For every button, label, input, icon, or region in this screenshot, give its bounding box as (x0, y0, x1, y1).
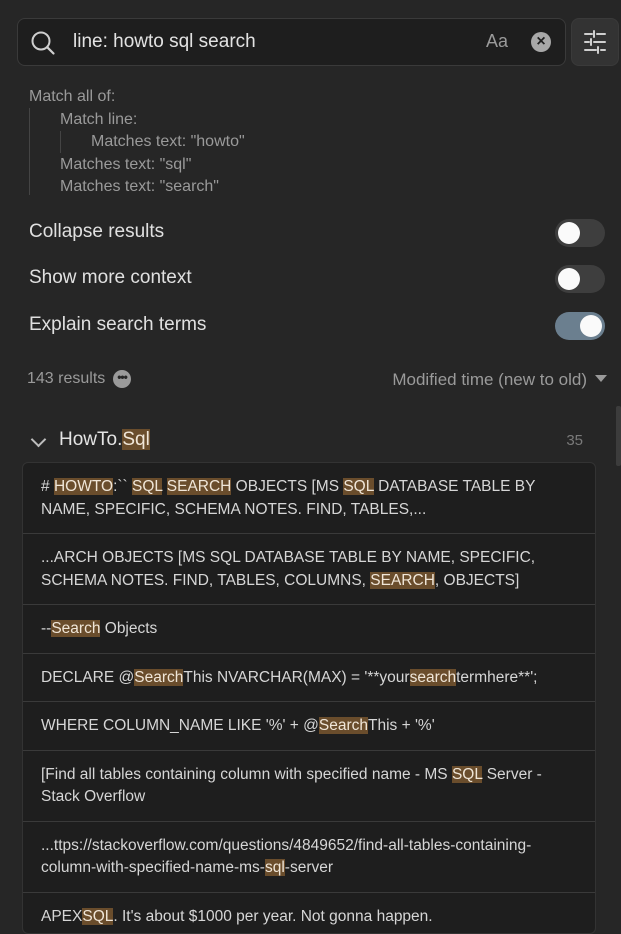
sort-dropdown[interactable]: Modified time (new to old) (392, 370, 607, 390)
file-name-text: HowTo. (59, 429, 122, 450)
toggle-label: Explain search terms (29, 314, 206, 336)
result-text: DECLARE @ (41, 669, 134, 686)
collapse-results-setting: Collapse results (29, 219, 605, 247)
highlight: Sql (122, 429, 149, 450)
result-text: APEX (41, 908, 82, 925)
match-case-button[interactable]: Aa (486, 31, 508, 52)
result-text: -- (41, 620, 51, 637)
highlight: SEARCH (370, 572, 435, 589)
explain-line: Matches text: "sql" (29, 154, 245, 177)
result-text: :`` (113, 478, 132, 495)
toggle-label: Collapse results (29, 221, 164, 243)
search-box[interactable]: line: howto sql search Aa × (17, 18, 566, 66)
sliders-icon (583, 30, 607, 54)
result-text: Objects (100, 620, 157, 637)
result-list: # HOWTO:`` SQL SEARCH OBJECTS [MS SQL DA… (22, 462, 596, 934)
highlight: sql (265, 859, 285, 876)
result-text: WHERE COLUMN_NAME LIKE '%' + @ (41, 717, 319, 734)
show-more-context-setting: Show more context (29, 265, 605, 293)
file-name[interactable]: HowTo.Sql (59, 429, 150, 451)
highlight: Search (319, 717, 368, 734)
file-result-header[interactable]: HowTo.Sql 35 (33, 428, 583, 454)
explain-line: Matches text: "search" (29, 176, 245, 199)
search-icon (30, 30, 56, 56)
result-text: termhere**'; (456, 669, 537, 686)
highlight: Search (134, 669, 183, 686)
sort-label: Modified time (new to old) (392, 370, 587, 389)
toggle-label: Show more context (29, 267, 192, 289)
search-settings-button[interactable] (571, 18, 619, 66)
result-text: . It's about $1000 per year. Not gonna h… (113, 908, 432, 925)
highlight: SEARCH (167, 478, 232, 495)
collapse-results-toggle[interactable] (555, 219, 605, 247)
result-text: This NVARCHAR(MAX) = '**your (183, 669, 409, 686)
explain-search-terms-toggle[interactable] (555, 312, 605, 340)
highlight: SQL (82, 908, 113, 925)
search-input[interactable]: line: howto sql search (73, 31, 256, 53)
highlight: SQL (132, 478, 162, 495)
search-result-item[interactable]: --Search Objects (23, 605, 595, 654)
result-text: OBJECTS [MS (231, 478, 343, 495)
explain-line: Matches text: "howto" (29, 131, 245, 154)
search-row: line: howto sql search Aa × (17, 18, 621, 66)
search-result-item[interactable]: APEXSQL. It's about $1000 per year. Not … (23, 893, 595, 934)
scrollbar[interactable] (616, 406, 621, 466)
more-options-icon[interactable]: ••• (113, 370, 131, 388)
highlight: SQL (452, 766, 482, 783)
search-result-item[interactable]: WHERE COLUMN_NAME LIKE '%' + @SearchThis… (23, 702, 595, 751)
explain-line: Match all of: (29, 86, 245, 109)
toggle-knob (558, 222, 580, 244)
highlight: SQL (343, 478, 373, 495)
explain-line: Match line: (29, 109, 245, 132)
highlight: HOWTO (54, 478, 113, 495)
toggle-knob (580, 315, 602, 337)
show-more-context-toggle[interactable] (555, 265, 605, 293)
explain-search-terms-setting: Explain search terms (29, 312, 605, 340)
result-text: # (41, 478, 54, 495)
match-count: 35 (566, 432, 583, 449)
search-result-item[interactable]: ...ARCH OBJECTS [MS SQL DATABASE TABLE B… (23, 534, 595, 605)
result-text: This + '%' (368, 717, 435, 734)
toggle-knob (558, 268, 580, 290)
chevron-down-icon (595, 375, 607, 382)
clear-icon[interactable]: × (531, 32, 551, 52)
result-text: [Find all tables containing column with … (41, 766, 452, 783)
search-explanation: Match all of: Match line: Matches text: … (29, 86, 245, 199)
search-result-item[interactable]: DECLARE @SearchThis NVARCHAR(MAX) = '**y… (23, 654, 595, 703)
search-result-item[interactable]: [Find all tables containing column with … (23, 751, 595, 822)
chevron-down-icon[interactable] (31, 432, 47, 448)
result-text: -server (285, 859, 333, 876)
highlight: Search (51, 620, 100, 637)
result-count: 143 results (27, 370, 105, 388)
search-result-item[interactable]: ...ttps://stackoverflow.com/questions/48… (23, 822, 595, 893)
result-text: , OBJECTS] (435, 572, 519, 589)
search-result-item[interactable]: # HOWTO:`` SQL SEARCH OBJECTS [MS SQL DA… (23, 463, 595, 534)
results-meta: 143 results ••• Modified time (new to ol… (27, 368, 607, 392)
highlight: search (410, 669, 457, 686)
